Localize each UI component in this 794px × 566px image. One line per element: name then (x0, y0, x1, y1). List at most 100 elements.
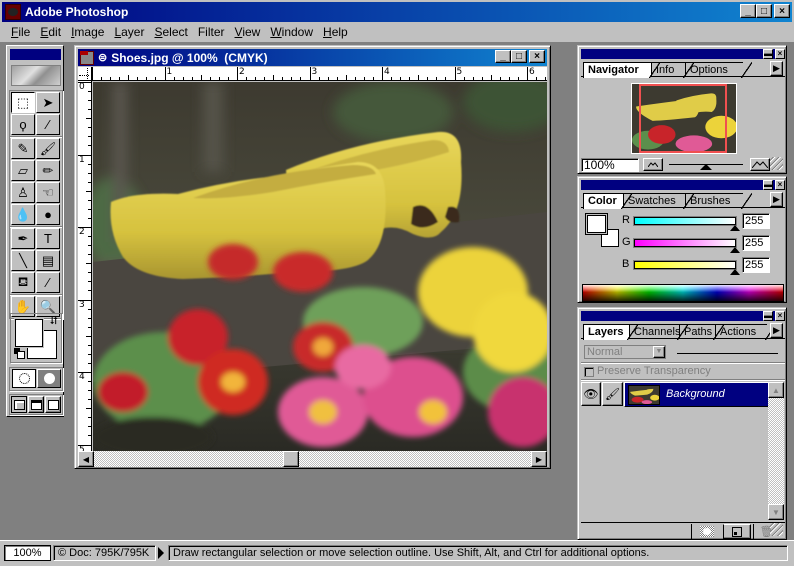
tab-options[interactable]: Options (685, 62, 752, 78)
pencil-tool[interactable]: ✏ (36, 160, 60, 181)
layers-menu-arrow-icon[interactable]: ▶ (770, 323, 783, 338)
channel-slider-thumb[interactable] (730, 225, 740, 231)
menu-select[interactable]: Select (149, 25, 192, 39)
full-screen-mode-button[interactable] (45, 396, 61, 413)
menu-view[interactable]: View (230, 25, 266, 39)
ruler-origin[interactable] (78, 67, 92, 81)
navigator-palette-title-bar[interactable]: ▬ × (581, 49, 785, 59)
status-zoom-field[interactable]: 100% (4, 545, 51, 561)
channel-slider-thumb[interactable] (730, 269, 740, 275)
opacity-slider[interactable] (677, 353, 778, 354)
channel-gradient-bar[interactable] (634, 239, 736, 247)
foreground-color-swatch[interactable] (15, 319, 43, 347)
menu-edit[interactable]: Edit (35, 25, 66, 39)
menu-file[interactable]: File (6, 25, 35, 39)
menu-filter[interactable]: Filter (193, 25, 230, 39)
zoom-out-button[interactable] (643, 158, 663, 171)
preserve-transparency-checkbox[interactable] (584, 367, 594, 377)
color-minimize-button[interactable]: ▬ (763, 180, 773, 190)
layers-vertical-scrollbar[interactable]: ▲ ▼ (768, 382, 784, 520)
dodge-tool[interactable]: ● (36, 204, 60, 225)
channel-value-field[interactable]: 255 (742, 235, 770, 251)
tool-palette-title-bar[interactable] (10, 49, 61, 60)
layer-selected-background[interactable]: Background (624, 382, 769, 407)
color-menu-arrow-icon[interactable]: ▶ (770, 192, 783, 207)
blur-tool[interactable]: 💧 (11, 204, 35, 225)
move-tool[interactable]: ➤ (36, 92, 60, 113)
color-palette-title-bar[interactable]: ▬ × (581, 180, 785, 190)
tab-paths[interactable]: Paths (679, 324, 724, 340)
standard-screen-mode-button[interactable] (11, 396, 27, 413)
close-button[interactable]: × (774, 4, 790, 18)
smudge-tool[interactable]: ☜ (36, 182, 60, 203)
navigator-view-box[interactable] (639, 84, 727, 153)
magic-wand-tool[interactable]: ⁄ (36, 114, 60, 135)
full-screen-menu-mode-button[interactable] (28, 396, 44, 413)
new-layer-button[interactable] (723, 524, 751, 539)
navigator-thumbnail[interactable] (631, 83, 737, 154)
image-canvas[interactable] (93, 82, 547, 451)
layers-palette-title-bar[interactable]: ▬ × (581, 311, 785, 321)
document-title-bar[interactable]: ⊜ Shoes.jpg @ 100% (CMYK) _ □ × (78, 49, 547, 66)
channel-value-field[interactable]: 255 (742, 257, 770, 273)
navigator-zoom-slider-thumb[interactable] (700, 164, 712, 170)
scroll-right-button[interactable]: ▶ (531, 451, 547, 467)
paint-bucket-tool[interactable]: ⛾ (11, 272, 35, 293)
color-spectrum-bar[interactable] (582, 284, 784, 302)
eyedropper-tool[interactable]: ⁄ (36, 272, 60, 293)
rubber-stamp-tool[interactable]: ♙ (11, 182, 35, 203)
type-tool[interactable]: T (36, 228, 60, 249)
scroll-left-button[interactable]: ◀ (78, 451, 94, 467)
vertical-ruler[interactable]: 012345 (78, 81, 92, 451)
channel-value-field[interactable]: 255 (742, 213, 770, 229)
horizontal-ruler[interactable]: 1 2 3 4 5 6 (78, 67, 547, 81)
pen-tool[interactable]: ✒ (11, 228, 35, 249)
menu-image[interactable]: Image (66, 25, 109, 39)
doc-close-button[interactable]: × (529, 50, 545, 63)
line-tool[interactable]: ╲ (11, 250, 35, 271)
color-close-button[interactable]: × (775, 180, 785, 190)
status-doc-size[interactable]: © Doc: 795K/795K (53, 545, 156, 561)
tab-navigator[interactable]: Navigator (583, 62, 660, 78)
tab-brushes[interactable]: Brushes (685, 193, 752, 209)
layers-close-button[interactable]: × (775, 311, 785, 321)
horizontal-scrollbar[interactable]: ◀ ▶ (78, 451, 547, 467)
layer-visibility-eye-icon[interactable]: 👁 (581, 382, 601, 406)
status-menu-arrow-icon[interactable] (158, 547, 164, 559)
navigator-zoom-field[interactable]: 100% (581, 158, 639, 172)
load-selection-button[interactable] (691, 524, 721, 539)
maximize-button[interactable]: □ (756, 4, 772, 18)
doc-maximize-button[interactable]: □ (511, 50, 527, 63)
layers-scroll-down-button[interactable]: ▼ (768, 504, 784, 520)
minimize-button[interactable]: _ (740, 4, 756, 18)
photoshop-eye-logo[interactable] (11, 65, 61, 86)
layers-scroll-up-button[interactable]: ▲ (768, 382, 784, 398)
tab-swatches[interactable]: Swatches (623, 193, 694, 209)
blend-mode-dropdown-arrow-icon[interactable]: ▼ (653, 346, 665, 358)
blend-mode-select[interactable]: Normal ▼ (584, 345, 666, 359)
tab-actions[interactable]: Actions (715, 324, 776, 340)
document-icon[interactable] (80, 50, 94, 65)
channel-gradient-bar[interactable] (634, 217, 736, 225)
marquee-tool[interactable]: ⬚ (11, 92, 35, 113)
layers-resize-grip[interactable] (770, 523, 783, 536)
standard-mode-button[interactable] (12, 369, 36, 388)
airbrush-tool[interactable]: ✎ (11, 138, 35, 159)
menu-window[interactable]: Window (265, 25, 318, 39)
channel-slider-thumb[interactable] (730, 247, 740, 253)
gradient-tool[interactable]: ▤ (36, 250, 60, 271)
navigator-close-button[interactable]: × (775, 49, 785, 59)
layers-minimize-button[interactable]: ▬ (763, 311, 773, 321)
layer-paintbrush-icon[interactable]: 🖌 (602, 382, 623, 406)
paintbrush-tool[interactable]: 🖌 (36, 138, 60, 159)
tab-color[interactable]: Color (583, 193, 632, 209)
navigator-menu-arrow-icon[interactable]: ▶ (770, 61, 783, 76)
lasso-tool[interactable]: ϙ (11, 114, 35, 135)
color-foreground-swatch[interactable] (587, 215, 606, 233)
layer-row-background[interactable]: 👁 🖌 Background (581, 382, 769, 407)
navigator-resize-grip[interactable] (770, 157, 783, 170)
tab-layers[interactable]: Layers (583, 324, 638, 340)
default-colors-icon[interactable] (14, 348, 25, 359)
eraser-tool[interactable]: ▱ (11, 160, 35, 181)
quick-mask-mode-button[interactable] (37, 369, 61, 388)
